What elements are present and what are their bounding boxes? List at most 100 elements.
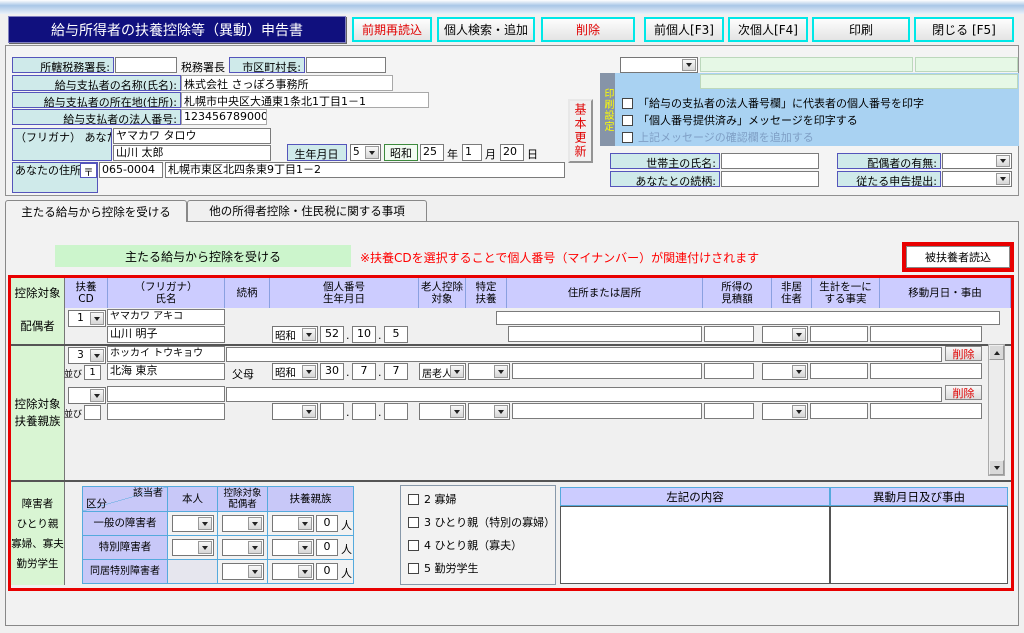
spouse-presence-dropdown[interactable] [942, 153, 1012, 169]
delete-button[interactable]: 削除 [541, 17, 635, 42]
dependent1-number-field[interactable] [226, 347, 942, 362]
dependent1-birth-month-input[interactable]: 7 [352, 363, 376, 380]
checkbox-icon[interactable] [408, 517, 419, 528]
dependent2-change-input[interactable] [870, 403, 982, 419]
general-disability-self-dropdown[interactable] [172, 515, 214, 532]
special-disability-spouse-dropdown[interactable] [222, 539, 264, 556]
birth-day-input[interactable]: 20 [500, 144, 524, 161]
dependent1-income-input[interactable] [704, 363, 754, 379]
tax-office-input[interactable] [115, 57, 177, 73]
dependent2-livelihood-input[interactable] [810, 403, 868, 419]
spouse-furigana-input[interactable]: ヤマカワ アキコ [107, 309, 225, 325]
special-disability-dependent-dropdown[interactable] [272, 539, 314, 556]
print-settings-dropdown[interactable] [620, 57, 698, 73]
employer-name-input[interactable]: 株式会社 さっぽろ事務所 [181, 75, 393, 91]
checkbox-icon[interactable] [622, 132, 633, 143]
dependent2-birth-year-input[interactable] [320, 403, 344, 420]
dependent2-furigana-input[interactable] [107, 386, 225, 402]
dependent2-cd-dropdown[interactable] [68, 387, 106, 404]
previous-person-button[interactable]: 前個人[F3] [644, 17, 724, 42]
cohabit-special-disability-spouse-dropdown[interactable] [222, 563, 264, 580]
spouse-nonresident-dropdown[interactable] [762, 326, 808, 343]
spouse-row-label: 配偶者 [11, 308, 65, 345]
employee-furigana-input[interactable]: ヤマカワ タロウ [113, 128, 271, 144]
employer-corp-number-input[interactable]: 1234567890000 [181, 109, 267, 125]
dependent2-nonresident-dropdown[interactable] [762, 403, 808, 420]
change-date-reason-textarea[interactable] [830, 506, 1008, 584]
special-disability-self-dropdown[interactable] [172, 539, 214, 556]
checkbox-icon[interactable] [622, 98, 633, 109]
relation-to-you-input[interactable] [721, 171, 819, 187]
postal-code-input[interactable]: 065-0004 [99, 162, 163, 178]
spouse-change-input[interactable] [870, 326, 982, 342]
spouse-income-input[interactable] [704, 326, 754, 342]
employee-name-input[interactable]: 山川 太郎 [113, 145, 271, 161]
dependent2-elderly-dropdown[interactable] [419, 403, 466, 420]
dependent1-name-input[interactable]: 北海 東京 [107, 363, 225, 380]
dependent1-specific-dropdown[interactable] [468, 363, 510, 380]
municipality-input[interactable] [306, 57, 386, 73]
print-button[interactable]: 印刷 [812, 17, 910, 42]
basic-update-button[interactable]: 基本更新 [568, 99, 593, 163]
dependents-scrollbar[interactable] [988, 344, 1005, 476]
general-disability-dependent-dropdown[interactable] [272, 515, 314, 532]
person-search-add-button[interactable]: 個人検索・追加 [437, 17, 535, 42]
scroll-down-icon[interactable] [989, 460, 1004, 475]
load-dependents-button[interactable]: 被扶養者読込 [906, 246, 1010, 268]
spouse-birth-day-input[interactable]: 5 [384, 326, 408, 343]
cohabit-special-disability-dependent-dropdown[interactable] [272, 563, 314, 580]
dependent1-address-input[interactable] [512, 363, 702, 379]
col-header-relation: 続柄 [225, 278, 270, 308]
dependent1-nonresident-dropdown[interactable] [762, 363, 808, 380]
employee-address-input[interactable]: 札幌市東区北四条東9丁目1－2 [165, 162, 565, 178]
dependent2-name-input[interactable] [107, 403, 225, 420]
scroll-up-icon[interactable] [989, 345, 1004, 360]
dependent1-change-input[interactable] [870, 363, 982, 379]
general-disability-spouse-dropdown[interactable] [222, 515, 264, 532]
dependent2-birth-month-input[interactable] [352, 403, 376, 420]
checkbox-icon[interactable] [408, 540, 419, 551]
spouse-era-dropdown[interactable]: 昭和 [272, 326, 318, 343]
single-parent-special-checkbox-row: 3 ひとり親（特別の寡婦） [408, 514, 555, 530]
birth-month-input[interactable]: 1 [462, 144, 482, 161]
dependent1-livelihood-input[interactable] [810, 363, 868, 379]
dependent1-furigana-input[interactable]: ホッカイ トウキョウ [107, 346, 225, 362]
dependent2-number-field[interactable] [226, 387, 942, 402]
spouse-address-input[interactable] [508, 326, 702, 342]
close-button[interactable]: 閉じる [F5] [914, 17, 1014, 42]
next-person-button[interactable]: 次個人[F4] [728, 17, 808, 42]
dependent1-birth-year-input[interactable]: 30 [320, 363, 344, 380]
spouse-name-input[interactable]: 山川 明子 [107, 326, 225, 343]
dependent2-address-input[interactable] [512, 403, 702, 419]
spouse-birth-month-input[interactable]: 10 [352, 326, 376, 343]
dependent2-order-input[interactable] [84, 405, 101, 420]
dependent2-income-input[interactable] [704, 403, 754, 419]
household-head-input[interactable] [721, 153, 819, 169]
spouse-cd-dropdown[interactable]: 1 [68, 310, 106, 327]
dependent2-birth-day-input[interactable] [384, 403, 408, 420]
left-content-textarea[interactable] [560, 506, 830, 584]
dependent1-elderly-dropdown[interactable]: 居老人 [419, 363, 466, 380]
spouse-number-field[interactable] [496, 311, 1000, 325]
secondary-declaration-dropdown[interactable] [942, 171, 1012, 187]
tab-main-salary-deduction[interactable]: 主たる給与から控除を受ける [5, 200, 187, 222]
dependent1-order-input[interactable]: 1 [84, 365, 101, 380]
employer-name-label: 給与支払者の名称(氏名): [12, 75, 181, 91]
dependent1-cd-dropdown[interactable]: 3 [68, 347, 106, 364]
dependent2-specific-dropdown[interactable] [468, 403, 510, 420]
checkbox-icon[interactable] [408, 563, 419, 574]
dependent1-delete-button[interactable]: 削除 [945, 346, 982, 361]
dependent1-era-dropdown[interactable]: 昭和 [272, 363, 318, 380]
spouse-birth-year-input[interactable]: 52 [320, 326, 344, 343]
dependent1-birth-day-input[interactable]: 7 [384, 363, 408, 380]
employer-address-input[interactable]: 札幌市中央区大通東1条北1丁目1－1 [181, 92, 429, 108]
dependent2-delete-button[interactable]: 削除 [945, 385, 982, 400]
checkbox-icon[interactable] [622, 115, 633, 126]
spouse-livelihood-input[interactable] [810, 326, 868, 342]
reload-previous-period-button[interactable]: 前期再読込 [352, 17, 432, 42]
tab-other-income-resident-tax[interactable]: 他の所得者控除・住民税に関する事項 [187, 200, 427, 221]
checkbox-icon[interactable] [408, 494, 419, 505]
birth-era-code-dropdown[interactable]: 5 [350, 144, 381, 161]
dependent2-era-dropdown[interactable] [272, 403, 318, 420]
birth-year-input[interactable]: 25 [420, 144, 444, 161]
